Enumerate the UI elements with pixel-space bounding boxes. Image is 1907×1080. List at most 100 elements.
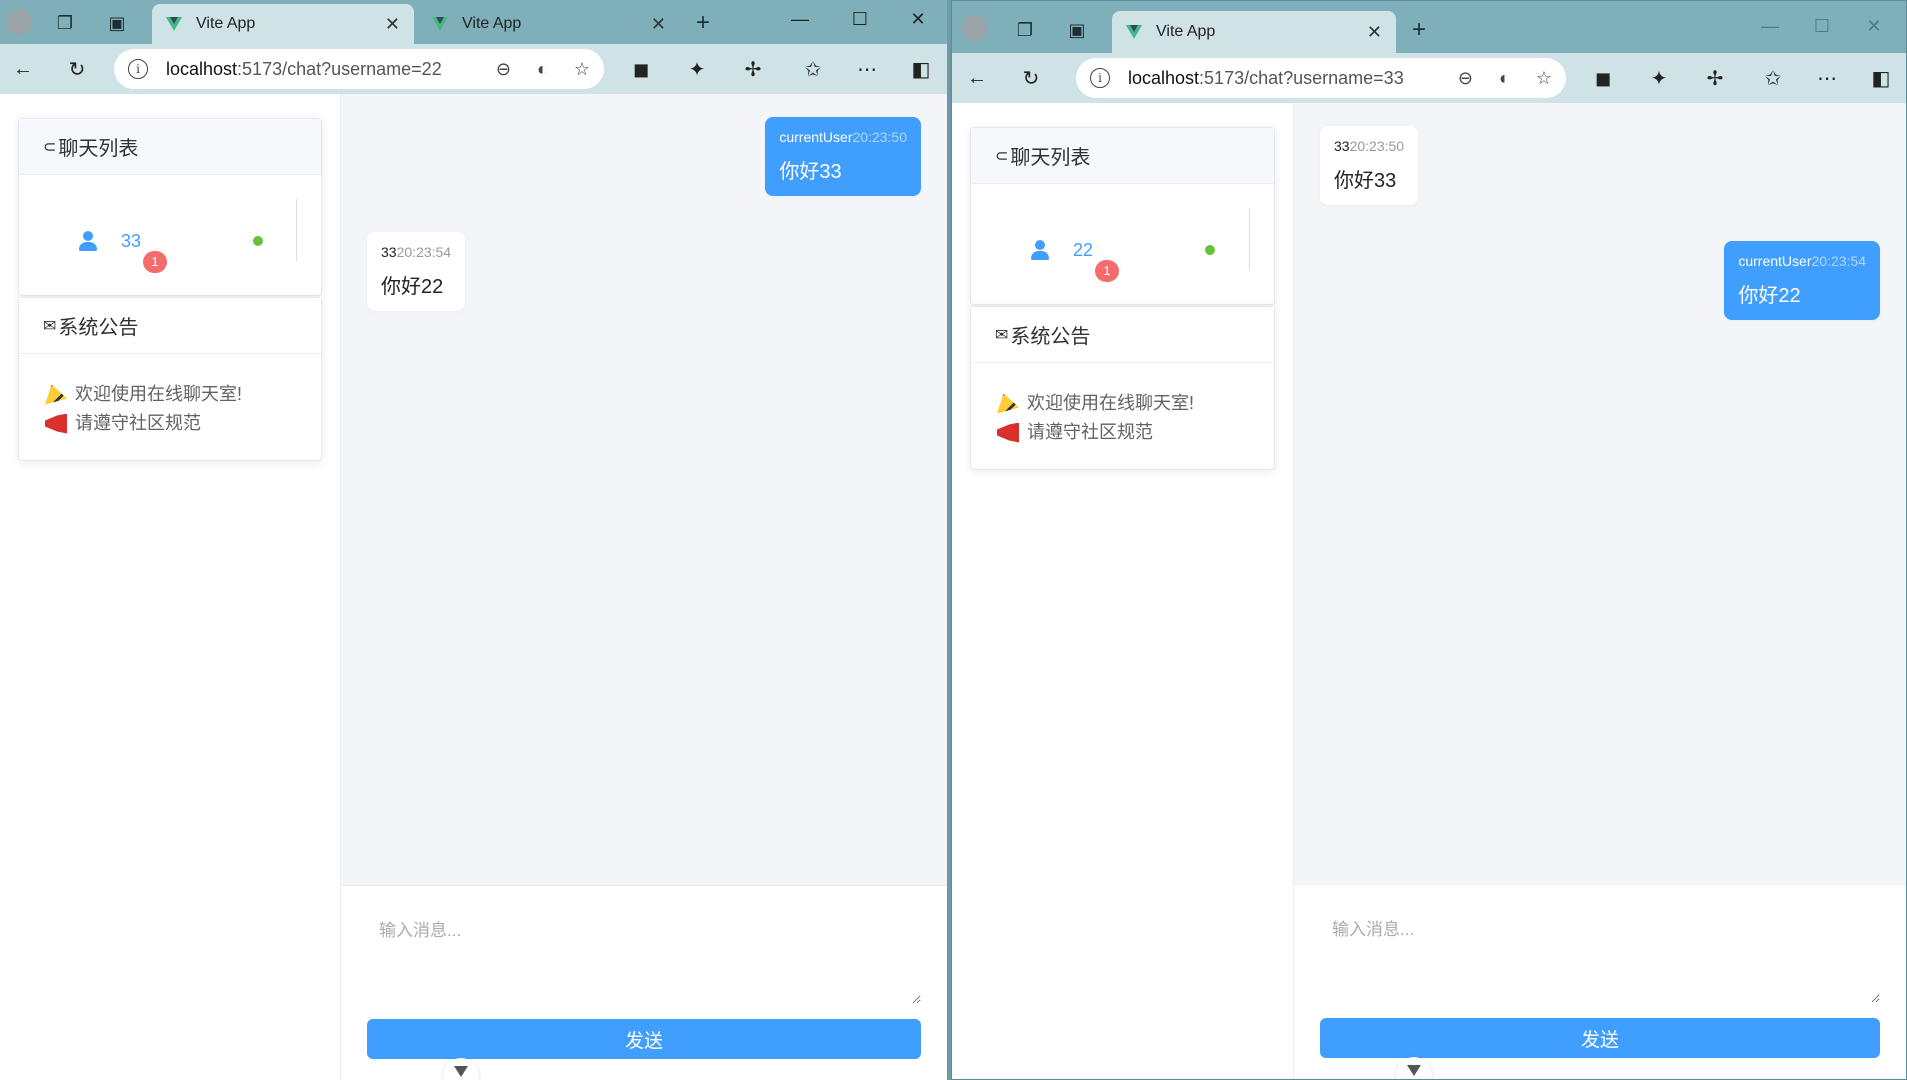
megaphone-icon — [997, 422, 1019, 443]
title-bar: ❐ ▣ Vite App ✕ + — ☐ ✕ — [952, 1, 1906, 53]
sidebar: ⊂ 聊天列表 33 1 ✉ 系统公告 欢迎使用在线聊天室! 请遵守社区规范 — [0, 94, 341, 1080]
notice-item: 欢迎使用在线聊天室! — [45, 380, 295, 409]
user-icon — [1029, 239, 1051, 261]
edge-icon[interactable]: ◐ — [537, 59, 548, 80]
back-icon[interactable]: ← — [8, 54, 38, 84]
profile-avatar-icon[interactable] — [962, 15, 988, 41]
site-info-icon[interactable]: i — [1090, 68, 1110, 88]
site-info-icon[interactable]: i — [128, 59, 148, 79]
user-icon — [77, 230, 99, 252]
workspaces-icon[interactable]: ❐ — [50, 8, 80, 38]
unread-badge: 1 — [143, 250, 167, 273]
profile-avatar-icon[interactable] — [6, 9, 32, 35]
maximize-icon[interactable]: ☐ — [1794, 11, 1850, 41]
chevron-down-icon — [454, 1065, 468, 1077]
message-composer: 发送 — [1294, 884, 1906, 1079]
contact-name: 22 1 — [1073, 240, 1119, 282]
close-tab-icon[interactable]: ✕ — [385, 14, 400, 35]
vite-logo-icon — [432, 17, 448, 31]
online-status-dot — [253, 236, 263, 246]
chat-panel: 3320:23:50 你好33 currentUser20:23:54 你好22… — [1294, 103, 1906, 1079]
tab-actions-icon[interactable]: ▣ — [102, 8, 132, 38]
megaphone-icon — [45, 413, 67, 434]
browser-toolbar: ← ↻ i localhost:5173/chat?username=33 ⊖ … — [952, 53, 1906, 103]
message-input[interactable] — [367, 908, 921, 1004]
sidebar: ⊂ 聊天列表 22 1 ✉ 系统公告 欢迎使用在线聊天室! 请遵守社区规范 — [952, 103, 1294, 1079]
close-tab-icon[interactable]: ✕ — [651, 14, 666, 35]
divider — [296, 199, 297, 261]
page-content: ⊂ 聊天列表 22 1 ✉ 系统公告 欢迎使用在线聊天室! 请遵守社区规范 33… — [952, 103, 1906, 1079]
zoom-icon[interactable]: ⊖ — [496, 59, 511, 80]
vite-logo-icon — [1126, 25, 1142, 39]
scroll-down-button[interactable] — [1396, 1057, 1432, 1079]
chat-list-title: 聊天列表 — [58, 138, 139, 160]
refresh-icon[interactable]: ↻ — [62, 54, 92, 84]
scroll-down-button[interactable] — [443, 1058, 479, 1080]
tab-vite-app[interactable]: Vite App ✕ — [1112, 11, 1396, 53]
chat-list-card: ⊂ 聊天列表 33 1 — [18, 118, 322, 296]
notice-card: ✉ 系统公告 欢迎使用在线聊天室! 请遵守社区规范 — [970, 306, 1275, 470]
chat-list-title: 聊天列表 — [1010, 147, 1091, 169]
refresh-icon[interactable]: ↻ — [1016, 63, 1046, 93]
back-icon[interactable]: ← — [962, 63, 992, 93]
extension-icon[interactable]: ◼ — [1588, 63, 1618, 93]
send-button[interactable]: 发送 — [367, 1019, 921, 1059]
sidebar-toggle-icon[interactable]: ◧ — [906, 54, 936, 84]
favorite-star-icon[interactable]: ☆ — [574, 59, 590, 80]
favorites-icon[interactable]: ✩ — [1758, 63, 1788, 93]
title-bar: ❐ ▣ Vite App ✕ Vite App ✕ + — ☐ ✕ — [0, 0, 947, 44]
tab-actions-icon[interactable]: ▣ — [1062, 15, 1092, 45]
workspaces-icon[interactable]: ❐ — [1010, 15, 1040, 45]
tab-vite-app-1[interactable]: Vite App ✕ — [152, 4, 414, 44]
minimize-icon[interactable]: — — [1742, 11, 1798, 41]
extension-icon[interactable]: ◼ — [626, 54, 656, 84]
more-menu-icon[interactable]: ⋯ — [852, 54, 882, 84]
address-bar[interactable]: i localhost:5173/chat?username=33 ⊖ ◐ ☆ — [1076, 58, 1566, 98]
browser-window-left: ❐ ▣ Vite App ✕ Vite App ✕ + — ☐ ✕ ← ↻ i … — [0, 0, 947, 1080]
favorite-star-icon[interactable]: ☆ — [1536, 68, 1552, 89]
message-composer: 发送 — [341, 885, 947, 1080]
chat-panel: currentUser20:23:50 你好33 3320:23:54 你好22… — [341, 94, 947, 1080]
browser-toolbar: ← ↻ i localhost:5173/chat?username=22 ⊖ … — [0, 44, 947, 94]
zoom-icon[interactable]: ⊖ — [1458, 68, 1473, 89]
message-input[interactable] — [1320, 907, 1880, 1003]
maximize-icon[interactable]: ☐ — [832, 4, 888, 34]
minimize-icon[interactable]: — — [772, 4, 828, 34]
edge-icon[interactable]: ◐ — [1499, 68, 1510, 89]
chat-bubble-icon: ⊂ — [43, 138, 57, 156]
notice-card: ✉ 系统公告 欢迎使用在线聊天室! 请遵守社区规范 — [18, 297, 322, 461]
contact-item[interactable]: 22 1 — [1005, 220, 1235, 282]
notice-item: 请遵守社区规范 — [997, 418, 1248, 447]
address-bar[interactable]: i localhost:5173/chat?username=22 ⊖ ◐ ☆ — [114, 49, 604, 89]
extensions-puzzle-icon[interactable]: ✢ — [1700, 63, 1730, 93]
extension-cat-icon[interactable]: ✦ — [1644, 63, 1674, 93]
close-window-icon[interactable]: ✕ — [890, 4, 946, 34]
close-tab-icon[interactable]: ✕ — [1367, 22, 1382, 43]
extension-cat-icon[interactable]: ✦ — [682, 54, 712, 84]
extensions-puzzle-icon[interactable]: ✢ — [738, 54, 768, 84]
message-list: currentUser20:23:50 你好33 3320:23:54 你好22 — [341, 94, 947, 885]
more-menu-icon[interactable]: ⋯ — [1812, 63, 1842, 93]
vite-logo-icon — [166, 17, 182, 31]
notice-title: 系统公告 — [1010, 326, 1091, 348]
divider — [1249, 208, 1250, 270]
mail-icon: ✉ — [43, 317, 57, 335]
tab-vite-app-2[interactable]: Vite App ✕ — [418, 4, 680, 44]
page-content: ⊂ 聊天列表 33 1 ✉ 系统公告 欢迎使用在线聊天室! 请遵守社区规范 cu… — [0, 94, 947, 1080]
send-button[interactable]: 发送 — [1320, 1018, 1880, 1058]
favorites-icon[interactable]: ✩ — [798, 54, 828, 84]
message-bubble: 3320:23:50 你好33 — [1320, 126, 1419, 205]
notice-title: 系统公告 — [58, 317, 139, 339]
chat-list-card: ⊂ 聊天列表 22 1 — [970, 127, 1275, 305]
party-popper-icon — [45, 384, 67, 405]
chat-bubble-icon: ⊂ — [995, 147, 1009, 165]
message-bubble: currentUser20:23:50 你好33 — [765, 117, 921, 196]
message-bubble: 3320:23:54 你好22 — [367, 232, 466, 311]
new-tab-icon[interactable]: + — [688, 8, 718, 38]
close-window-icon[interactable]: ✕ — [1846, 11, 1902, 41]
contact-item[interactable]: 33 1 — [53, 211, 283, 273]
sidebar-toggle-icon[interactable]: ◧ — [1866, 63, 1896, 93]
new-tab-icon[interactable]: + — [1404, 15, 1434, 45]
message-list: 3320:23:50 你好33 currentUser20:23:54 你好22 — [1294, 103, 1906, 884]
party-popper-icon — [997, 393, 1019, 414]
